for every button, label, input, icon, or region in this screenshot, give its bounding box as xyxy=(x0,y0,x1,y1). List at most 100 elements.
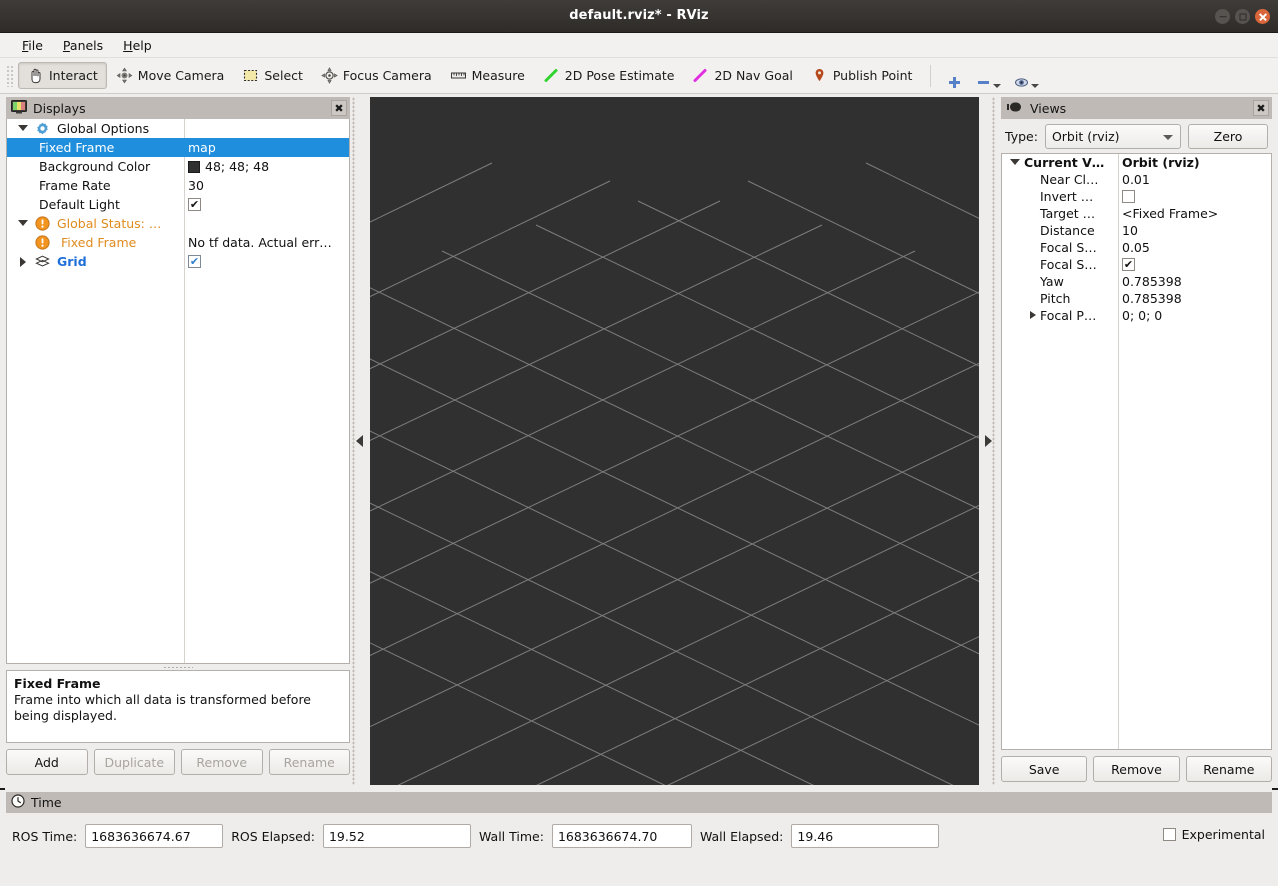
views-tree-row[interactable]: Yaw 0.785398 xyxy=(1002,273,1271,290)
window-title: default.rviz* - RViz xyxy=(569,8,709,23)
views-row-value[interactable]: 0.05 xyxy=(1122,239,1269,256)
displays-close-icon[interactable]: ✖ xyxy=(331,100,347,116)
tree-row-frame-rate[interactable]: Frame Rate 30 xyxy=(7,176,349,195)
wall-time-label: Wall Time: xyxy=(478,828,544,844)
chevron-down-icon[interactable] xyxy=(1031,83,1040,88)
views-row-label: Distance xyxy=(1040,223,1095,238)
chevron-down-icon[interactable] xyxy=(993,83,1002,88)
views-tree-row[interactable]: Invert … ✔ xyxy=(1002,188,1271,205)
tree-row-value[interactable]: ✔ xyxy=(188,252,347,271)
views-tree-row[interactable]: Pitch 0.785398 xyxy=(1002,290,1271,307)
minimize-button[interactable] xyxy=(1215,9,1230,24)
render-viewport[interactable] xyxy=(370,97,979,785)
toolbar-grip[interactable] xyxy=(6,64,14,87)
views-tree-row[interactable]: Focal S… 0.05 xyxy=(1002,239,1271,256)
view-type-value: Orbit (rviz) xyxy=(1051,128,1120,144)
experimental-checkbox-group[interactable]: Experimental xyxy=(1162,827,1265,842)
views-row-label: Target … xyxy=(1040,206,1096,221)
checkbox[interactable]: ✔ xyxy=(1122,258,1135,271)
views-row-value[interactable]: 0.785398 xyxy=(1122,273,1269,290)
views-row-value[interactable]: 0.785398 xyxy=(1122,290,1269,307)
views-save-button[interactable]: Save xyxy=(1001,756,1088,782)
visibility-tool-button[interactable] xyxy=(1007,61,1045,91)
views-close-icon[interactable]: ✖ xyxy=(1253,100,1269,116)
tree-row-value[interactable]: 30 xyxy=(188,176,347,195)
tree-row-fixed-frame[interactable]: Fixed Frame map xyxy=(7,138,349,157)
collapse-left-icon[interactable] xyxy=(355,435,363,447)
tree-row-background-color[interactable]: Background Color 48; 48; 48 xyxy=(7,157,349,176)
tool-select[interactable]: Select xyxy=(233,62,312,89)
tool-2d-pose-estimate-label: 2D Pose Estimate xyxy=(564,68,675,83)
views-tree-row[interactable]: Focal P… 0; 0; 0 xyxy=(1002,307,1271,324)
tool-2d-nav-goal[interactable]: 2D Nav Goal xyxy=(683,62,801,89)
tool-interact-label: Interact xyxy=(49,68,98,83)
grid-display xyxy=(370,97,979,785)
tree-row[interactable]: Global Options xyxy=(7,119,349,138)
views-tree-row[interactable]: Current V… Orbit (rviz) xyxy=(1002,154,1271,171)
checkbox[interactable]: ✔ xyxy=(188,255,201,268)
views-tree-row[interactable]: Target … <Fixed Frame> xyxy=(1002,205,1271,222)
right-splitter[interactable] xyxy=(979,97,997,785)
views-row-value[interactable]: <Fixed Frame> xyxy=(1122,205,1269,222)
tool-publish-point[interactable]: Publish Point xyxy=(802,62,922,89)
chevron-down-icon xyxy=(1163,134,1174,140)
rename-button[interactable]: Rename xyxy=(268,749,350,775)
duplicate-button[interactable]: Duplicate xyxy=(93,749,175,775)
views-tree-row[interactable]: Near Cl… 0.01 xyxy=(1002,171,1271,188)
maximize-button[interactable] xyxy=(1235,9,1250,24)
views-row-value[interactable]: ✔ xyxy=(1122,188,1269,205)
views-row-value[interactable]: 0; 0; 0 xyxy=(1122,307,1269,324)
tree-row-default-light[interactable]: Default Light ✔ xyxy=(7,195,349,214)
zero-button[interactable]: Zero xyxy=(1188,123,1268,149)
tree-row-status-fixed-frame[interactable]: Fixed Frame No tf data. Actual err… xyxy=(7,233,349,252)
color-swatch[interactable] xyxy=(188,160,200,173)
tree-row-value[interactable]: ✔ xyxy=(188,195,347,214)
tool-move-camera[interactable]: Move Camera xyxy=(107,62,234,89)
time-panel: Time ROS Time: 1683636674.67 ROS Elapsed… xyxy=(0,790,1278,886)
tool-interact[interactable]: Interact xyxy=(18,62,107,89)
tree-row-value[interactable]: map xyxy=(188,138,347,157)
views-button-row: Save Remove Rename xyxy=(1001,756,1272,784)
menu-panels[interactable]: Panels xyxy=(53,36,113,55)
views-tree[interactable]: Current V… Orbit (rviz) Near Cl… 0.01 In… xyxy=(1001,153,1272,750)
tool-focus-camera[interactable]: Focus Camera xyxy=(312,62,441,89)
view-type-select[interactable]: Orbit (rviz) xyxy=(1044,123,1182,149)
tree-row-value[interactable]: 48; 48; 48 xyxy=(188,157,347,176)
tree-row-grid[interactable]: Grid ✔ xyxy=(7,252,349,271)
views-row-value[interactable]: ✔ xyxy=(1122,256,1269,273)
tree-row-label: Global Options xyxy=(7,119,184,138)
remove-button[interactable]: Remove xyxy=(181,749,263,775)
remove-tool-button[interactable] xyxy=(969,61,1007,91)
displays-tree[interactable]: Global Options Fixed Frame map Backgroun… xyxy=(6,119,350,664)
views-tree-row[interactable]: Focal S… ✔ xyxy=(1002,256,1271,273)
wall-elapsed-input[interactable]: 19.46 xyxy=(791,824,940,848)
add-button[interactable]: Add xyxy=(6,749,88,775)
checkbox[interactable]: ✔ xyxy=(1122,190,1135,203)
map-pin-icon xyxy=(811,67,828,84)
clock-icon xyxy=(11,794,25,811)
views-row-value[interactable]: 10 xyxy=(1122,222,1269,239)
ros-elapsed-input[interactable]: 19.52 xyxy=(322,824,471,848)
views-row-label: Invert … xyxy=(1040,189,1094,204)
displays-panel-header: Displays ✖ xyxy=(6,97,350,119)
close-button[interactable] xyxy=(1255,9,1270,24)
tree-row-label: Background Color xyxy=(39,159,151,174)
tool-2d-pose-estimate[interactable]: 2D Pose Estimate xyxy=(534,62,684,89)
left-splitter[interactable] xyxy=(350,97,368,785)
wall-time-input[interactable]: 1683636674.70 xyxy=(551,824,692,848)
add-tool-button[interactable] xyxy=(940,61,969,91)
menu-help[interactable]: Help xyxy=(113,36,162,55)
collapse-right-icon[interactable] xyxy=(984,435,992,447)
views-remove-button[interactable]: Remove xyxy=(1093,756,1180,782)
experimental-checkbox[interactable] xyxy=(1162,828,1176,841)
views-rename-button[interactable]: Rename xyxy=(1185,756,1272,782)
views-row-value[interactable]: 0.01 xyxy=(1122,171,1269,188)
ros-elapsed-label: ROS Elapsed: xyxy=(231,828,315,844)
menu-file[interactable]: File xyxy=(12,36,53,55)
views-tree-row[interactable]: Distance 10 xyxy=(1002,222,1271,239)
checkbox[interactable]: ✔ xyxy=(188,198,201,211)
ros-time-input[interactable]: 1683636674.67 xyxy=(85,824,224,848)
views-row-label: Focal P… xyxy=(1040,308,1097,323)
tree-row-global-status[interactable]: Global Status: … xyxy=(7,214,349,233)
tool-measure[interactable]: Measure xyxy=(441,62,534,89)
